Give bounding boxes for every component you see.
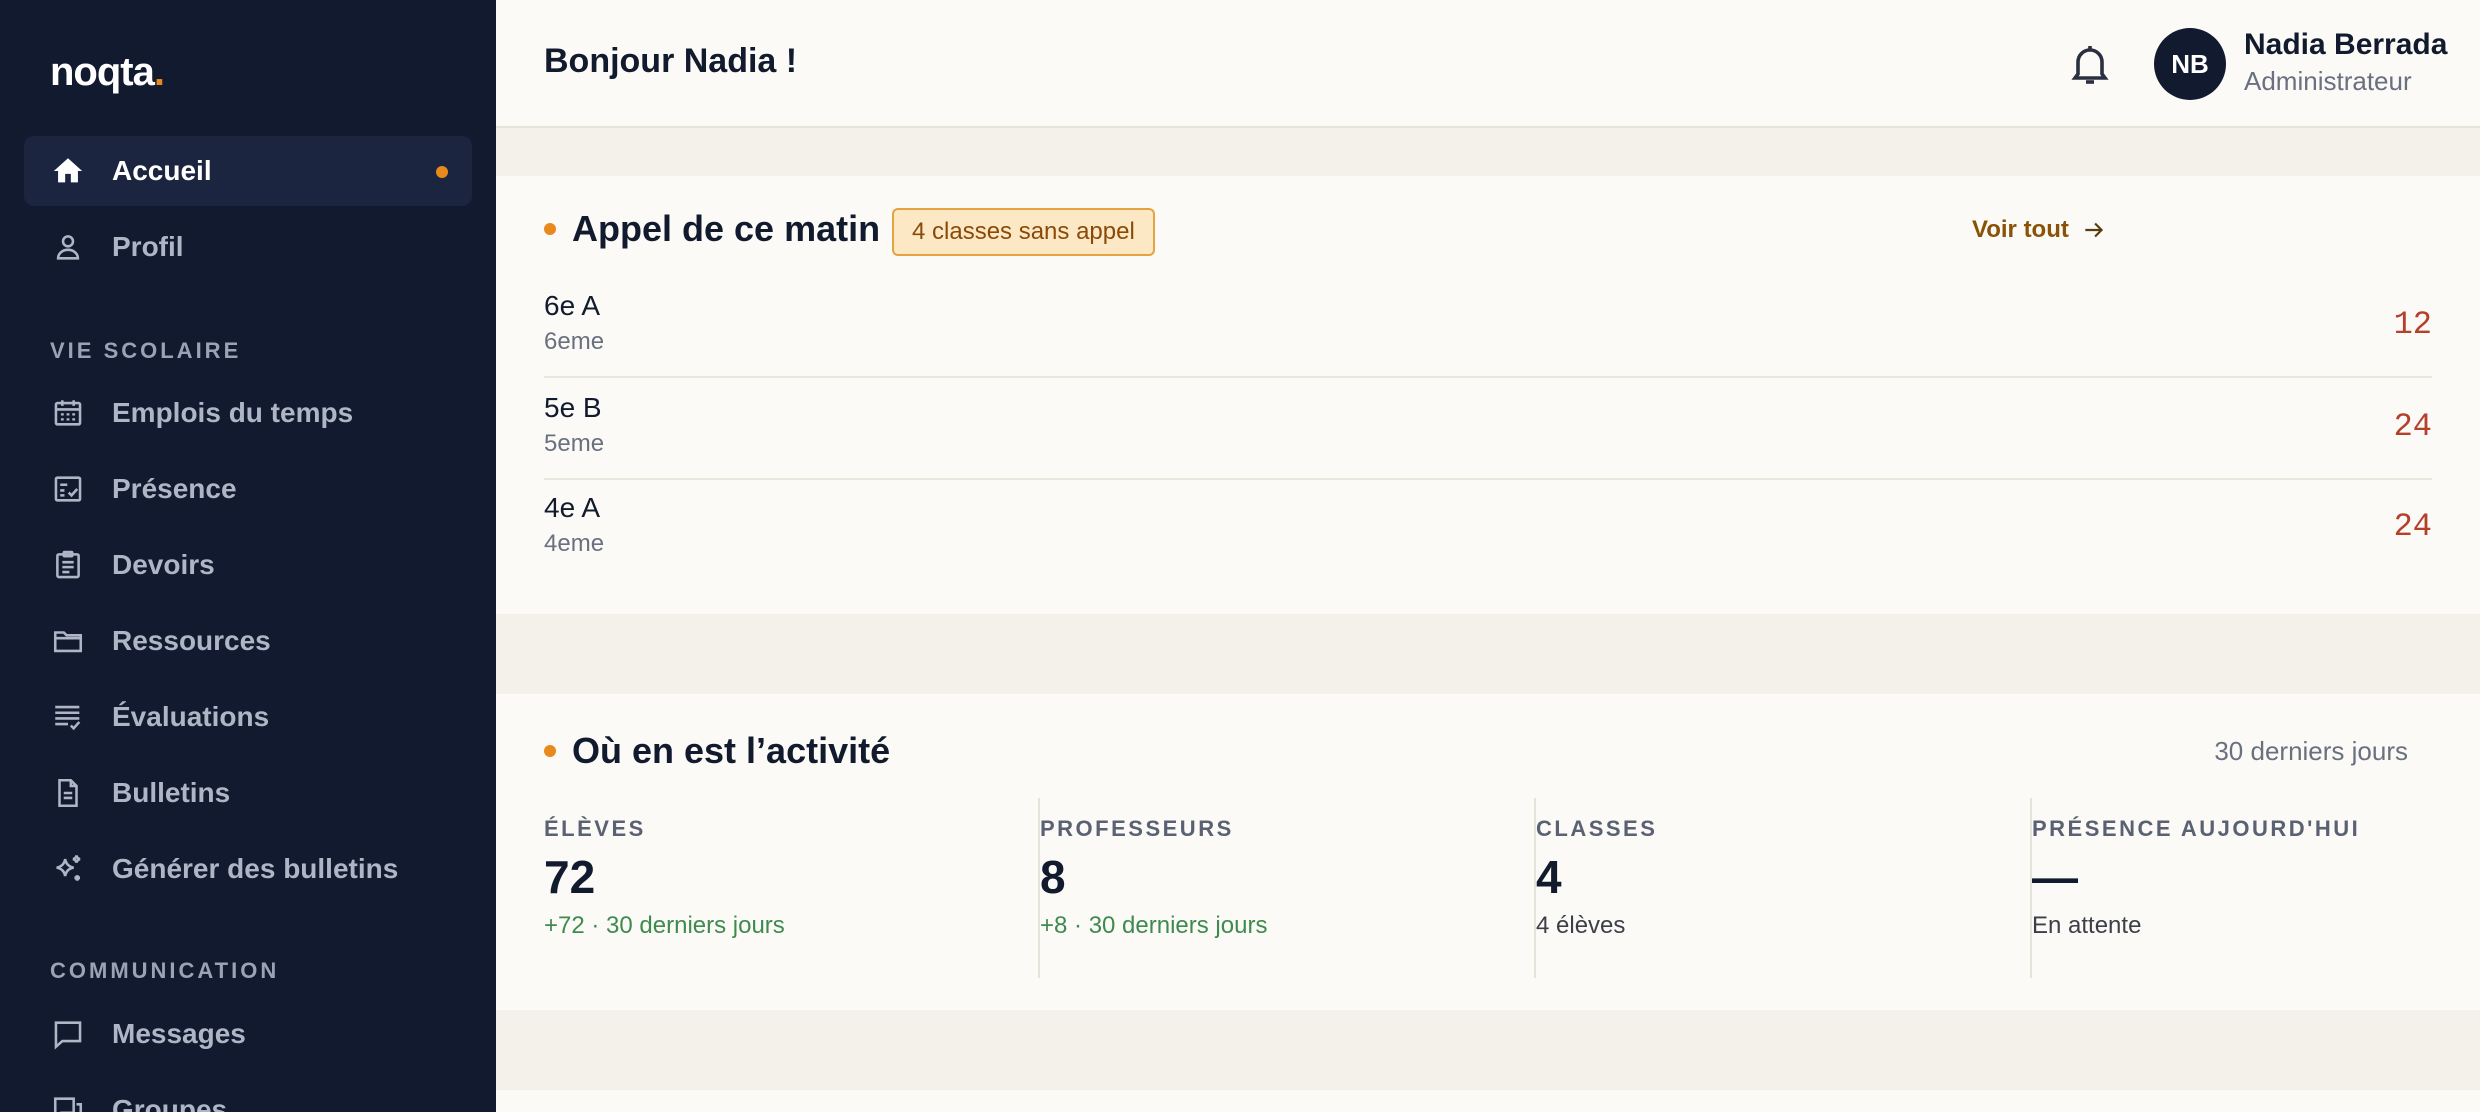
sidebar-item-label: Messages: [112, 1018, 246, 1049]
sidebar-item-emplois-du-temps[interactable]: Emplois du temps: [24, 378, 472, 448]
section-label-communication: COMMUNICATION: [50, 958, 280, 983]
class-name: 4e A: [544, 492, 601, 523]
user-role: Administrateur: [2244, 66, 2412, 96]
stat-label: PROFESSEURS: [1040, 816, 1234, 841]
checklist-icon: [50, 471, 86, 507]
top-header: Bonjour Nadia ! NB Nadia Berrada Adminis…: [496, 0, 2480, 128]
home-icon: [50, 153, 86, 189]
arrow-right-icon: [2085, 222, 2103, 238]
class-count: 24: [2393, 508, 2432, 545]
calendar-icon: [50, 395, 86, 431]
activite-title: Où en est l’activité: [544, 730, 890, 772]
stat-value: 8: [1040, 851, 1066, 903]
class-name: 6e A: [544, 290, 601, 321]
title-bullet: [544, 223, 556, 235]
stat-value: —: [2032, 851, 2078, 903]
stat-value: 72: [544, 851, 596, 903]
sidebar-item-label: Groupes: [112, 1094, 228, 1112]
groups-icon: [50, 1092, 86, 1112]
stat-label: ÉLÈVES: [544, 816, 646, 841]
sidebar-item-accueil[interactable]: Accueil: [24, 136, 472, 206]
stat-sub: +72 · 30 derniers jours: [544, 912, 785, 939]
app-logo[interactable]: noqta.: [50, 50, 165, 95]
appel-title-text: Appel de ce matin: [572, 208, 881, 249]
sidebar-item-ressources[interactable]: Ressources: [24, 606, 472, 676]
appel-panel: Appel de ce matin 4 classes sans appel V…: [496, 176, 2480, 614]
period-label: 30 derniers jours: [2214, 736, 2408, 766]
stat-label: PRÉSENCE AUJOURD'HUI: [2032, 816, 2361, 841]
notification-dot: [436, 166, 448, 178]
page-greeting: Bonjour Nadia !: [544, 42, 798, 80]
person-icon: [50, 229, 86, 265]
sidebar-item-label: Bulletins: [112, 777, 231, 808]
stat-sub: En attente: [2032, 912, 2142, 939]
table-row[interactable]: 5e B 5eme 24: [544, 380, 2432, 480]
stat-classes: CLASSES 4 4 élèves: [1536, 798, 2032, 978]
sidebar: noqta. Accueil Profil VIE SCOLAIRE Emplo…: [0, 0, 496, 1112]
user-name: Nadia Berrada: [2244, 28, 2448, 61]
stat-eleves: ÉLÈVES 72 +72 · 30 derniers jours: [544, 798, 1040, 978]
sidebar-item-groupes[interactable]: Groupes: [24, 1075, 472, 1112]
sidebar-item-label: Présence: [112, 473, 237, 504]
sidebar-item-label: Évaluations: [112, 701, 270, 732]
chat-icon: [50, 1016, 86, 1052]
stat-presence: PRÉSENCE AUJOURD'HUI — En attente: [2032, 798, 2480, 978]
class-name: 5e B: [544, 392, 602, 423]
title-bullet: [544, 745, 556, 757]
stat-label: CLASSES: [1536, 816, 1658, 841]
activite-panel: Où en est l’activité 30 derniers jours É…: [496, 694, 2480, 1010]
sidebar-item-label: Emplois du temps: [112, 397, 354, 428]
class-level: 4eme: [544, 530, 605, 557]
voir-tout-label: Voir tout: [1972, 216, 2069, 243]
sparkle-icon: [50, 851, 86, 887]
stat-value: 4: [1536, 851, 1562, 903]
sidebar-item-label: Accueil: [112, 155, 212, 186]
table-row[interactable]: 4e A 4eme 24: [544, 480, 2432, 580]
sidebar-item-profil[interactable]: Profil: [24, 212, 472, 282]
class-level: 5eme: [544, 430, 605, 457]
voir-tout-link[interactable]: Voir tout: [1972, 216, 2107, 244]
document-icon: [50, 775, 86, 811]
next-panel: [496, 1090, 2480, 1112]
class-count: 12: [2393, 306, 2432, 343]
sidebar-item-bulletins[interactable]: Bulletins: [24, 758, 472, 828]
sidebar-item-generer-bulletins[interactable]: Générer des bulletins: [24, 834, 472, 904]
class-count: 24: [2393, 408, 2432, 445]
folder-icon: [50, 623, 86, 659]
activite-title-text: Où en est l’activité: [572, 730, 891, 771]
stat-sub: +8 · 30 derniers jours: [1040, 912, 1268, 939]
clipboard-icon: [50, 547, 86, 583]
stat-sub: 4 élèves: [1536, 912, 1626, 939]
sidebar-item-label: Ressources: [112, 625, 271, 656]
missing-calls-badge: 4 classes sans appel: [892, 208, 1155, 256]
sidebar-item-presence[interactable]: Présence: [24, 454, 472, 524]
sidebar-item-messages[interactable]: Messages: [24, 999, 472, 1069]
table-row[interactable]: 6e A 6eme 12: [544, 278, 2432, 378]
sidebar-item-evaluations[interactable]: Évaluations: [24, 682, 472, 752]
avatar[interactable]: NB: [2154, 28, 2226, 100]
section-label-vie-scolaire: VIE SCOLAIRE: [50, 338, 242, 363]
sidebar-item-label: Générer des bulletins: [112, 853, 399, 884]
class-level: 6eme: [544, 328, 605, 355]
sidebar-item-label: Profil: [112, 231, 184, 262]
sidebar-item-devoirs[interactable]: Devoirs: [24, 530, 472, 600]
bell-icon[interactable]: [2066, 40, 2114, 88]
appel-title: Appel de ce matin: [544, 208, 880, 250]
stat-professeurs: PROFESSEURS 8 +8 · 30 derniers jours: [1040, 798, 1536, 978]
sidebar-item-label: Devoirs: [112, 549, 215, 580]
list-check-icon: [50, 699, 86, 735]
